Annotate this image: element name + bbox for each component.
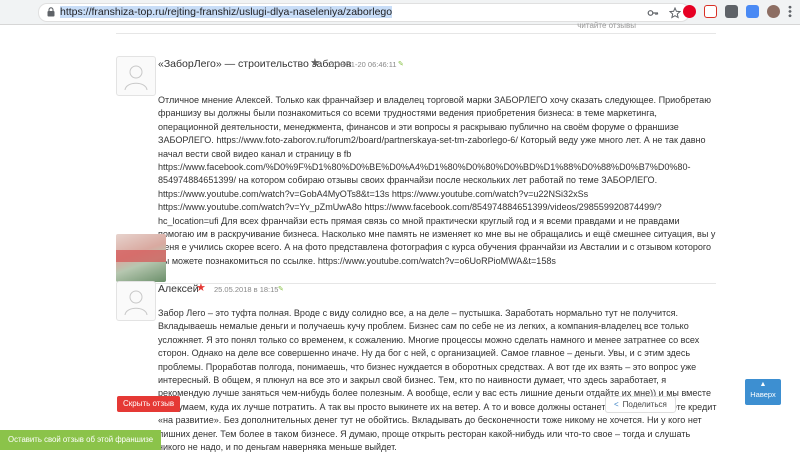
chevron-up-icon: ▲: [759, 381, 767, 388]
review-author: «ЗаборЛего» — строительство заборов: [158, 58, 352, 70]
lock-icon: [47, 7, 55, 17]
review-date: 2018-11-20 06:46:11: [328, 60, 397, 69]
scroll-to-top-label: Наверх: [750, 390, 776, 399]
star-icon: ★: [196, 282, 206, 294]
pinterest-extension-icon[interactable]: [683, 5, 696, 18]
user-placeholder-icon: [124, 65, 148, 91]
extension-icon[interactable]: [725, 5, 738, 18]
avatar: [116, 281, 156, 321]
share-button[interactable]: < Поделиться: [605, 396, 676, 413]
avatar: [116, 56, 156, 96]
scroll-to-top-button[interactable]: ▲ Наверх: [745, 379, 781, 405]
ghost-text: читайте отзывы: [577, 21, 636, 30]
browser-toolbar: https://franshiza-top.ru/rejting-franshi…: [0, 0, 800, 25]
key-icon[interactable]: [647, 6, 659, 18]
review-item: Алексей ★ 25.05.2018 в 18:15 ✎ Забор Лег…: [116, 275, 716, 452]
review-text: Отличное мнение Алексей. Только как фран…: [158, 95, 716, 266]
user-placeholder-icon: [124, 290, 148, 316]
extension-icon-2[interactable]: [746, 5, 759, 18]
review-author: Алексей: [158, 283, 199, 295]
menu-dots-icon[interactable]: [788, 5, 792, 18]
page-content: читайте отзывы «ЗаборЛего» — строительст…: [0, 21, 800, 452]
share-label: Поделиться: [622, 400, 667, 409]
bookmark-star-icon[interactable]: [668, 6, 682, 19]
profile-avatar[interactable]: [767, 5, 780, 18]
review-date: 25.05.2018 в 18:15: [214, 285, 279, 294]
leave-review-button[interactable]: Оставить свой отзыв об этой франшизе: [0, 430, 162, 450]
review-item: «ЗаборЛего» — строительство заборов ★ 20…: [116, 50, 716, 284]
url-text[interactable]: https://franshiza-top.ru/rejting-franshi…: [60, 5, 393, 20]
share-icon: <: [614, 400, 619, 409]
address-bar[interactable]: https://franshiza-top.ru/rejting-franshi…: [38, 3, 690, 22]
gmail-extension-icon[interactable]: [704, 5, 717, 18]
approved-mark-icon: ✎: [278, 286, 284, 293]
approved-mark-icon: ✎: [398, 61, 404, 68]
star-icon: ★: [310, 57, 320, 69]
hide-review-button[interactable]: Скрыть отзыв: [117, 396, 181, 412]
previous-review-end: читайте отзывы: [116, 21, 716, 34]
review-text: Забор Лего – это туфта полная. Вроде с в…: [158, 308, 717, 453]
